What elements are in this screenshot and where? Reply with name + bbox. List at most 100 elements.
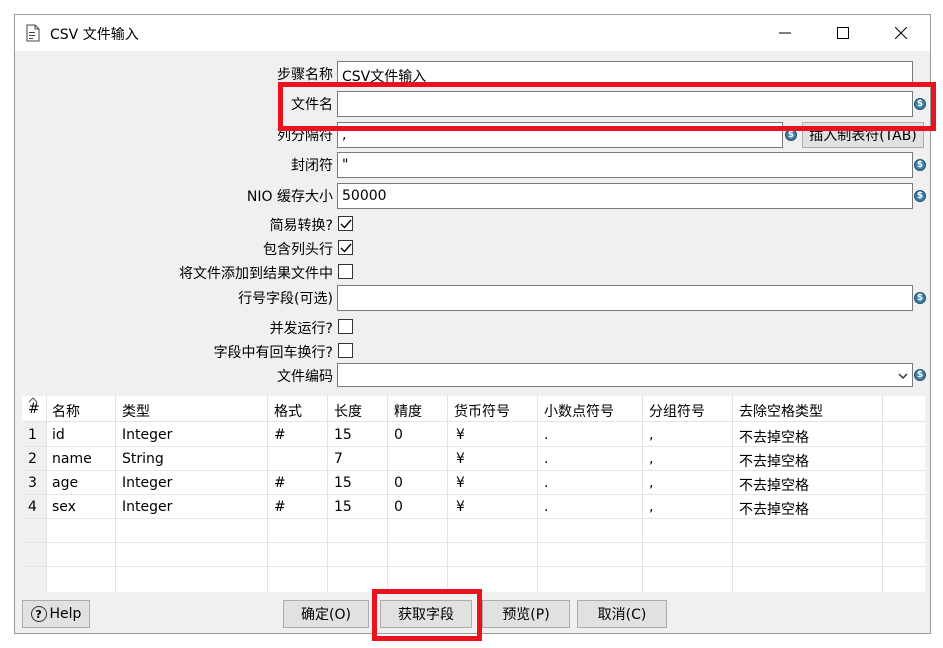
nio-buffer-input[interactable]: 50000 bbox=[337, 183, 913, 209]
add-filename-result-label: 将文件添加到结果文件中 bbox=[179, 266, 333, 282]
table-cell[interactable]: String bbox=[122, 451, 164, 467]
window-title: CSV 文件输入 bbox=[50, 27, 139, 43]
row-number: 1 bbox=[28, 427, 37, 443]
table-cell[interactable]: 0 bbox=[394, 499, 403, 515]
variable-icon[interactable]: $ bbox=[785, 129, 797, 141]
table-cell[interactable]: 15 bbox=[334, 499, 352, 515]
table-cell[interactable]: ¥ bbox=[456, 451, 465, 467]
table-cell[interactable]: , bbox=[649, 475, 653, 491]
table-cell[interactable]: age bbox=[52, 475, 78, 491]
ok-button[interactable]: 确定(O) bbox=[283, 600, 369, 628]
file-name-label: 文件名 bbox=[291, 97, 333, 113]
help-icon: ? bbox=[30, 606, 47, 622]
parallel-checkbox[interactable] bbox=[338, 319, 353, 334]
step-name-label: 步骤名称 bbox=[277, 67, 333, 83]
table-cell[interactable]: 15 bbox=[334, 475, 352, 491]
row-number: 3 bbox=[28, 475, 37, 491]
header-row-label: 包含列头行 bbox=[263, 242, 333, 258]
nio-buffer-label: NIO 缓存大小 bbox=[246, 189, 333, 205]
table-cell[interactable]: # bbox=[274, 427, 286, 443]
get-fields-button[interactable]: 获取字段 bbox=[380, 600, 472, 628]
close-button[interactable] bbox=[872, 15, 930, 51]
checkmark-icon bbox=[340, 243, 352, 253]
lazy-conversion-checkbox[interactable] bbox=[338, 216, 353, 231]
column-header[interactable]: # bbox=[28, 401, 40, 417]
table-cell[interactable]: id bbox=[52, 427, 65, 443]
cancel-button[interactable]: 取消(C) bbox=[577, 600, 667, 628]
encoding-select[interactable] bbox=[337, 363, 913, 387]
table-cell[interactable]: , bbox=[649, 451, 653, 467]
newline-in-field-label: 字段中有回车换行? bbox=[213, 345, 333, 361]
table-cell[interactable]: ¥ bbox=[456, 499, 465, 515]
title-bar[interactable]: CSV 文件输入 bbox=[15, 15, 930, 51]
table-cell[interactable]: ¥ bbox=[456, 427, 465, 443]
variable-icon[interactable]: $ bbox=[914, 292, 926, 304]
table-cell[interactable]: # bbox=[274, 499, 286, 515]
parallel-label: 并发运行? bbox=[269, 321, 333, 337]
chevron-down-icon bbox=[898, 373, 908, 379]
row-number: 4 bbox=[28, 499, 37, 515]
table-cell[interactable]: . bbox=[544, 427, 548, 443]
column-header[interactable]: 分组符号 bbox=[649, 401, 705, 421]
add-filename-result-checkbox[interactable] bbox=[338, 264, 353, 279]
column-header[interactable]: 长度 bbox=[334, 401, 362, 421]
csv-input-dialog: CSV 文件输入 步骤名称 CSV文件输入 文件名 $ 列分隔符 , $ 插入制… bbox=[14, 14, 936, 641]
variable-icon[interactable]: $ bbox=[914, 369, 926, 381]
insert-tab-button[interactable]: 插入制表符(TAB) bbox=[802, 122, 924, 148]
minimize-button[interactable] bbox=[756, 15, 814, 51]
lazy-conversion-label: 简易转换? bbox=[269, 218, 333, 234]
row-number: 2 bbox=[28, 451, 37, 467]
enclosure-input[interactable]: " bbox=[337, 152, 913, 178]
step-name-input[interactable]: CSV文件输入 bbox=[337, 61, 913, 87]
delimiter-input[interactable]: , bbox=[337, 122, 783, 148]
table-cell[interactable]: Integer bbox=[122, 427, 172, 443]
preview-button[interactable]: 预览(P) bbox=[482, 600, 570, 628]
help-button[interactable]: ? Help bbox=[22, 600, 90, 628]
table-cell[interactable]: 不去掉空格 bbox=[739, 451, 809, 471]
encoding-label: 文件编码 bbox=[277, 369, 333, 385]
table-cell[interactable]: 不去掉空格 bbox=[739, 427, 809, 447]
table-cell[interactable]: name bbox=[52, 451, 92, 467]
column-header[interactable]: 去除空格类型 bbox=[739, 401, 823, 421]
checkmark-icon bbox=[340, 219, 352, 229]
column-header[interactable]: 小数点符号 bbox=[544, 401, 614, 421]
close-icon bbox=[895, 27, 907, 39]
column-header[interactable]: 货币符号 bbox=[454, 401, 510, 421]
table-cell[interactable]: . bbox=[544, 475, 548, 491]
table-cell[interactable]: . bbox=[544, 499, 548, 515]
table-cell[interactable]: , bbox=[649, 499, 653, 515]
table-cell[interactable]: , bbox=[649, 427, 653, 443]
table-cell[interactable]: sex bbox=[52, 499, 76, 515]
variable-icon[interactable]: $ bbox=[914, 190, 926, 202]
table-cell[interactable]: Integer bbox=[122, 499, 172, 515]
table-cell[interactable]: ¥ bbox=[456, 475, 465, 491]
table-cell[interactable]: 7 bbox=[334, 451, 343, 467]
table-cell[interactable]: 不去掉空格 bbox=[739, 475, 809, 495]
file-name-input[interactable] bbox=[337, 91, 913, 117]
row-number-field-label: 行号字段(可选) bbox=[238, 291, 333, 307]
column-header[interactable]: 精度 bbox=[394, 401, 422, 421]
table-cell[interactable]: # bbox=[274, 475, 286, 491]
help-button-label: Help bbox=[49, 606, 82, 622]
document-icon bbox=[26, 24, 40, 42]
row-number-field-input[interactable] bbox=[337, 285, 913, 311]
newline-in-field-checkbox[interactable] bbox=[338, 343, 353, 358]
maximize-icon bbox=[837, 27, 849, 39]
fields-table[interactable]: # 名称 类型 格式 长度 精度 货币符号 小数点符号 分组符号 去除空格类型 … bbox=[22, 396, 925, 592]
column-header[interactable]: 格式 bbox=[274, 401, 302, 421]
variable-icon[interactable]: $ bbox=[914, 159, 926, 171]
enclosure-label: 封闭符 bbox=[291, 158, 333, 174]
table-cell[interactable]: 15 bbox=[334, 427, 352, 443]
minimize-icon bbox=[779, 32, 791, 34]
header-row-checkbox[interactable] bbox=[338, 240, 353, 255]
table-cell[interactable]: 0 bbox=[394, 475, 403, 491]
column-header[interactable]: 名称 bbox=[52, 401, 80, 421]
table-cell[interactable]: Integer bbox=[122, 475, 172, 491]
table-cell[interactable]: 0 bbox=[394, 427, 403, 443]
table-cell[interactable]: 不去掉空格 bbox=[739, 499, 809, 519]
delimiter-label: 列分隔符 bbox=[277, 128, 333, 144]
maximize-button[interactable] bbox=[814, 15, 872, 51]
variable-icon[interactable]: $ bbox=[914, 98, 926, 110]
column-header[interactable]: 类型 bbox=[122, 401, 150, 421]
table-cell[interactable]: . bbox=[544, 451, 548, 467]
